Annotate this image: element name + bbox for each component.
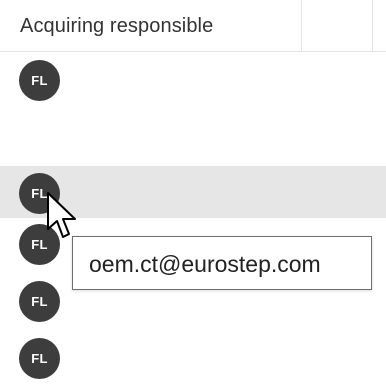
column-divider[interactable] xyxy=(372,0,373,52)
column-divider[interactable] xyxy=(301,0,302,52)
table-row[interactable]: FL xyxy=(0,53,386,165)
avatar-tooltip: oem.ct@eurostep.com xyxy=(72,236,372,290)
avatar[interactable]: FL xyxy=(19,338,60,379)
data-grid: Acquiring responsible FL FL FL FL FL oem… xyxy=(0,0,386,388)
mouse-pointer-icon xyxy=(47,192,76,238)
tooltip-email: oem.ct@eurostep.com xyxy=(89,251,321,277)
table-row[interactable]: FL xyxy=(0,331,386,388)
avatar[interactable]: FL xyxy=(19,281,60,322)
avatar[interactable]: FL xyxy=(19,60,60,101)
column-header-acquiring-responsible[interactable]: Acquiring responsible xyxy=(20,15,213,38)
grid-header: Acquiring responsible xyxy=(0,0,386,52)
